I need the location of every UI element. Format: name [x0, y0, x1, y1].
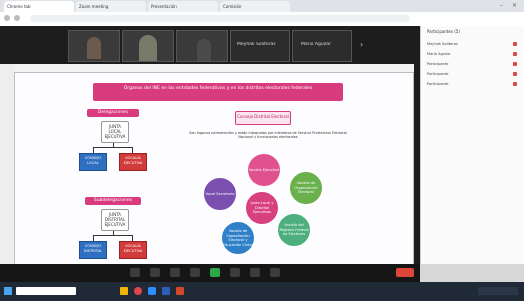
slide-thumbnail-strip — [0, 64, 14, 264]
record-icon[interactable] — [250, 268, 260, 277]
security-icon[interactable] — [170, 268, 180, 277]
person-silhouette — [197, 39, 211, 61]
participant-video[interactable]: Meyhak Soliteras — [230, 30, 290, 62]
minimize-icon[interactable]: – — [500, 2, 508, 10]
circle-vocalia-registro: Vocalía del Registro Federal de Electore… — [277, 213, 311, 247]
browser-tab[interactable]: Chrome tab — [4, 1, 74, 12]
word-icon[interactable] — [162, 287, 170, 295]
close-icon[interactable]: × — [512, 2, 520, 10]
participant-list-item[interactable]: Participante — [427, 80, 519, 88]
browser-tab[interactable]: Zoom meeting — [76, 1, 146, 12]
presentation-slide: Órganos del INE en las entidades federat… — [14, 72, 414, 272]
mic-muted-icon — [513, 72, 517, 76]
connector-line — [113, 143, 114, 147]
participant-list-item[interactable]: Participante — [427, 70, 519, 78]
back-icon[interactable] — [4, 15, 10, 21]
chrome-icon[interactable] — [134, 287, 142, 295]
slide-caption: Son órganos permanentes y están integrad… — [189, 131, 347, 140]
participant-list-item[interactable]: Participante — [427, 60, 519, 68]
system-tray[interactable] — [478, 287, 518, 295]
browser-tab[interactable]: Presentación — [148, 1, 218, 12]
circle-vocalia-organizacion: Vocalía de Organización Electoral — [289, 171, 323, 205]
participant-name: Meyhak Soliteras — [237, 42, 276, 47]
subdelegaciones-header: Subdelegaciones — [85, 197, 141, 205]
delegaciones-header: Delegaciones — [87, 109, 139, 117]
participant-name: Mario Aguilar — [301, 42, 331, 47]
camera-icon[interactable] — [150, 268, 160, 277]
person-silhouette — [87, 37, 101, 59]
participants-panel: Participantes (5) Meyhak Soliteras Mario… — [420, 26, 524, 264]
circle-vocalia-ejecutiva: Vocalía Ejecutiva — [247, 153, 281, 187]
consejo-local-box: CONSEJO LOCAL — [79, 153, 107, 171]
taskbar-search-box[interactable] — [16, 287, 76, 295]
participant-video[interactable] — [68, 30, 120, 62]
windows-start-icon[interactable] — [4, 287, 12, 295]
powerpoint-icon[interactable] — [176, 287, 184, 295]
url-field[interactable] — [30, 15, 410, 22]
mic-muted-icon — [513, 62, 517, 66]
connector-line — [93, 235, 133, 241]
chevron-right-icon[interactable]: › — [360, 40, 363, 49]
reactions-icon[interactable] — [270, 268, 280, 277]
participant-video[interactable] — [176, 30, 228, 62]
mic-icon[interactable] — [130, 268, 140, 277]
participant-list-item[interactable]: Mario Aguilar — [427, 50, 519, 58]
taskbar — [0, 282, 524, 301]
mic-muted-icon — [513, 82, 517, 86]
file-explorer-icon[interactable] — [120, 287, 128, 295]
connector-line — [113, 231, 114, 235]
vocalia-ejecutiva-box: VOCALÍA EJECUTIVA — [119, 153, 147, 171]
junta-distrital-box: JUNTA DISTRITAL EJECUTIVA — [101, 209, 129, 231]
circle-center-juntas: Junta Local y Distrital Ejecutivas — [245, 191, 279, 225]
address-bar[interactable] — [0, 12, 524, 27]
connector-line — [93, 147, 133, 153]
consejo-distrital-box: CONSEJO DISTRITAL — [79, 241, 107, 259]
forward-icon[interactable] — [14, 15, 20, 21]
circle-vocalia-capacitacion: Vocalía de Capacitación Electoral y Educ… — [221, 221, 255, 255]
share-screen-icon[interactable] — [210, 268, 220, 277]
consejo-distrital-header: Consejo Distrital Electoral — [235, 111, 291, 125]
browser-tab-strip: Chrome tab Zoom meeting Presentación Com… — [0, 0, 524, 12]
person-silhouette — [139, 35, 157, 61]
junta-local-box: JUNTA LOCAL EJECUTIVA — [101, 121, 129, 143]
participants-icon[interactable] — [190, 268, 200, 277]
browser-tab[interactable]: Comisión — [220, 1, 290, 12]
participant-video[interactable] — [122, 30, 174, 62]
participant-video[interactable]: Mario Aguilar — [292, 30, 352, 62]
slide-title: Órganos del INE en las entidades federat… — [93, 83, 343, 101]
vocalia-ejecutiva-box: VOCALÍA EJECUTIVA — [119, 241, 147, 259]
mic-muted-icon — [513, 42, 517, 46]
circle-vocal-secretario: Vocal Secretario — [203, 177, 237, 211]
mic-muted-icon — [513, 52, 517, 56]
zoom-icon[interactable] — [148, 287, 156, 295]
participant-list-item[interactable]: Meyhak Soliteras — [427, 40, 519, 48]
participants-title: Participantes (5) — [427, 29, 460, 34]
chat-icon[interactable] — [230, 268, 240, 277]
end-meeting-button[interactable] — [396, 268, 414, 277]
